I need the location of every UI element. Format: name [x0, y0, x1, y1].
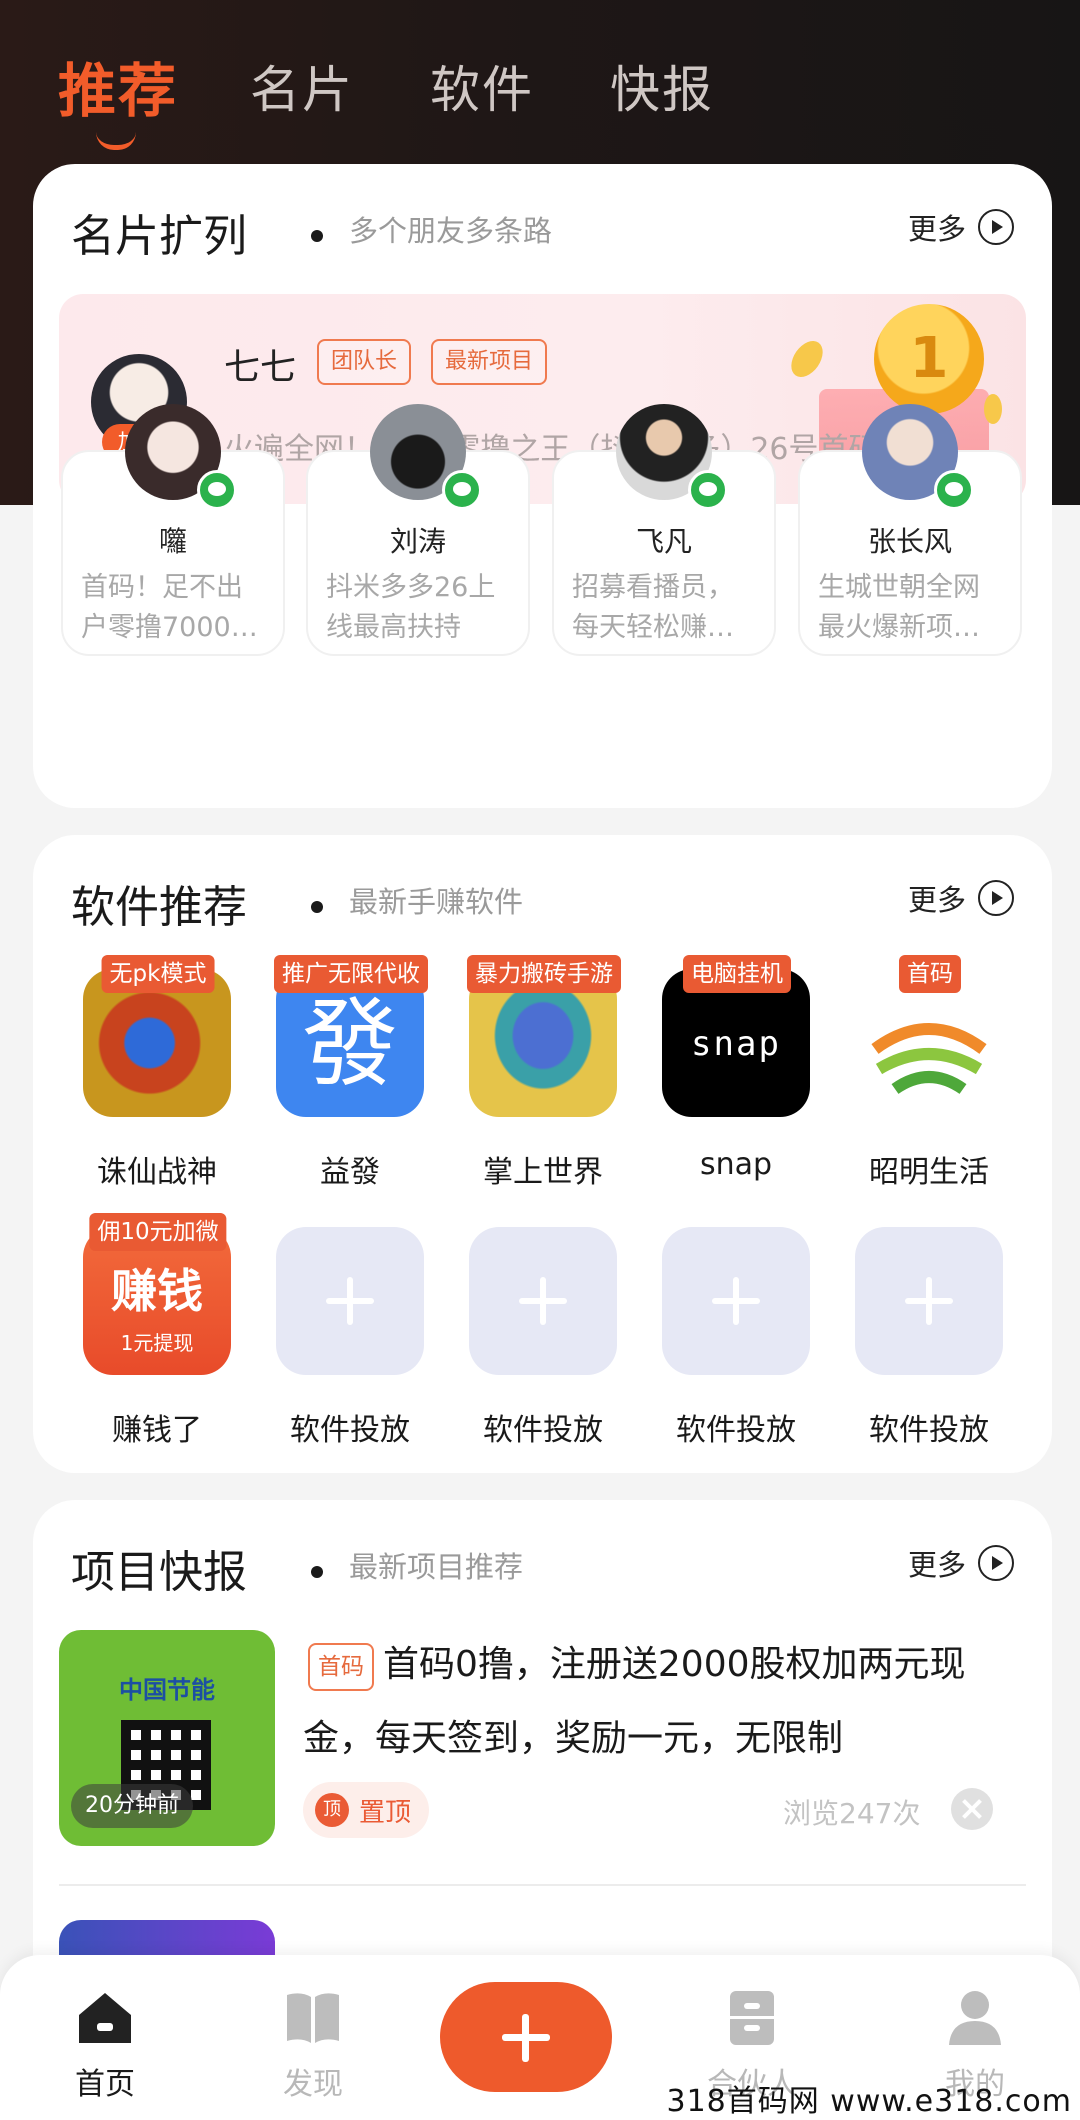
tab-cards[interactable]: 名片 — [250, 50, 354, 122]
cabinet-icon — [720, 1985, 784, 2049]
card-section: 名片扩列 多个朋友多条路 更多 1 加TA 七七 团队长 最新项目 火遍全网！2… — [33, 164, 1052, 808]
section-title: 项目快报 — [71, 1547, 247, 1598]
wechat-icon — [934, 470, 974, 510]
wechat-icon — [688, 470, 728, 510]
home-icon — [73, 1985, 137, 2049]
app-name: 软件投放 — [290, 1413, 410, 1448]
add-button[interactable] — [440, 1982, 612, 2092]
view-count: 浏览247次 — [783, 1797, 921, 1830]
friend-desc: 抖米多多26上线最高扶持 — [326, 572, 496, 643]
tab-recommend[interactable]: 推荐 — [58, 44, 178, 128]
section-header: 项目快报 最新项目推荐 更多 — [71, 1536, 1014, 1616]
tab-active-indicator — [96, 132, 136, 150]
book-icon — [281, 1985, 345, 2049]
section-title: 名片扩列 — [71, 211, 247, 262]
pin-label: 置顶 — [359, 1797, 412, 1828]
nav-label: 发现 — [283, 2067, 343, 2102]
tag-latest-project: 最新项目 — [431, 339, 548, 385]
nav-label: 首页 — [75, 2067, 135, 2102]
app-name: 软件投放 — [676, 1413, 796, 1448]
money-icon-caption: 1元提现 — [120, 1331, 194, 1355]
app-name: 诛仙战神 — [97, 1155, 217, 1190]
pin-icon: 顶 — [315, 1793, 349, 1827]
top-tabs: 推荐 名片 软件 快报 — [0, 40, 1080, 160]
friend-desc: 首码！足不出户零撸7000… — [81, 572, 258, 643]
chevron-right-icon — [978, 1545, 1014, 1581]
plus-icon — [469, 1227, 617, 1375]
title-dot — [311, 901, 323, 913]
watermark: 318首码网 www.e318.com — [666, 2084, 1072, 2119]
friend-card[interactable]: 囖 首码！足不出户零撸7000… — [61, 404, 285, 656]
friend-desc: 生城世朝全网最火爆新项… — [818, 572, 980, 643]
wechat-icon — [442, 470, 482, 510]
app-badge: 暴力搬砖手游 — [467, 955, 621, 993]
app-name: 昭明生活 — [869, 1155, 989, 1190]
close-icon[interactable] — [951, 1788, 993, 1830]
more-label: 更多 — [907, 883, 966, 917]
chevron-right-icon — [978, 880, 1014, 916]
news-tag: 首码 — [308, 1643, 374, 1691]
user-icon — [943, 1985, 1007, 2049]
title-dot — [311, 1566, 323, 1578]
more-button[interactable]: 更多 — [908, 206, 1014, 248]
chevron-right-icon — [978, 209, 1014, 245]
leaf-decoration — [784, 335, 830, 383]
app-name: 赚钱了 — [112, 1413, 202, 1448]
title-dot — [311, 230, 323, 242]
tag-team-leader: 团队长 — [317, 339, 412, 385]
app-badge: 电脑挂机 — [683, 955, 791, 993]
friend-name: 刘涛 — [389, 525, 446, 558]
leaf-decoration — [984, 394, 1002, 424]
tab-software[interactable]: 软件 — [430, 50, 534, 122]
more-button[interactable]: 更多 — [908, 1542, 1014, 1584]
section-title: 软件推荐 — [71, 882, 247, 933]
more-label: 更多 — [907, 1548, 966, 1582]
app-badge: 无pk模式 — [101, 955, 215, 993]
coin-icon: 1 — [874, 304, 984, 414]
friend-card[interactable]: 张长风 生城世朝全网最火爆新项… — [798, 404, 1022, 656]
section-header: 软件推荐 最新手赚软件 更多 — [71, 871, 1014, 951]
software-section: 软件推荐 最新手赚软件 更多 无pk模式 诛仙战神 發 推广无限代收 益發 暴力… — [33, 835, 1052, 1473]
friend-card[interactable]: 飞凡 招募看播员，每天轻松赚… — [552, 404, 776, 656]
divider — [59, 1884, 1026, 1886]
tab-news[interactable]: 快报 — [610, 50, 714, 122]
nav-home[interactable]: 首页 — [35, 1985, 175, 2103]
friend-name: 飞凡 — [635, 525, 692, 558]
app-name: 软件投放 — [483, 1413, 603, 1448]
app-badge: 推广无限代收 — [274, 955, 428, 993]
plus-icon — [662, 1227, 810, 1375]
section-subtitle: 多个朋友多条路 — [349, 214, 553, 248]
section-subtitle: 最新项目推荐 — [349, 1550, 524, 1584]
app-name: 益發 — [320, 1155, 380, 1190]
section-header: 名片扩列 多个朋友多条路 更多 — [71, 200, 1014, 280]
plus-icon — [855, 1227, 1003, 1375]
time-badge: 20分钟前 — [71, 1784, 193, 1828]
app-name: 软件投放 — [869, 1413, 989, 1448]
app-badge: 首码 — [899, 955, 961, 993]
more-button[interactable]: 更多 — [908, 877, 1014, 919]
plus-icon — [276, 1227, 424, 1375]
featured-name: 七七 — [224, 347, 297, 388]
news-title[interactable]: 首码0撸，注册送2000股权加两元现金，每天签到，奖励一元，无限制 — [303, 1628, 1023, 1776]
more-label: 更多 — [907, 212, 966, 246]
money-icon-glyph: 赚钱 — [111, 1264, 203, 1318]
friend-card[interactable]: 刘涛 抖米多多26上线最高扶持 — [306, 404, 530, 656]
pinned-badge: 顶 置顶 — [303, 1782, 430, 1838]
section-subtitle: 最新手赚软件 — [349, 885, 524, 919]
wechat-icon — [197, 470, 237, 510]
app-name: snap — [699, 1147, 773, 1182]
news-thumbnail[interactable]: 中国节能 20分钟前 — [59, 1630, 275, 1846]
app-badge: 佣10元加微 — [89, 1213, 227, 1251]
thumbnail-title: 中国节能 — [119, 1676, 215, 1704]
friend-desc: 招募看播员，每天轻松赚… — [572, 572, 734, 643]
friend-name: 囖 — [158, 525, 187, 558]
news-section: 项目快报 最新项目推荐 更多 中国节能 20分钟前 首码0撸，注册送2000股权… — [33, 1500, 1052, 2000]
nav-discover[interactable]: 发现 — [243, 1985, 383, 2103]
app-name: 掌上世界 — [483, 1155, 603, 1190]
friend-name: 张长风 — [867, 525, 952, 558]
bottom-nav: 首页 发现 合伙人 我的 318首码网 www.e318.com — [0, 1955, 1080, 2120]
